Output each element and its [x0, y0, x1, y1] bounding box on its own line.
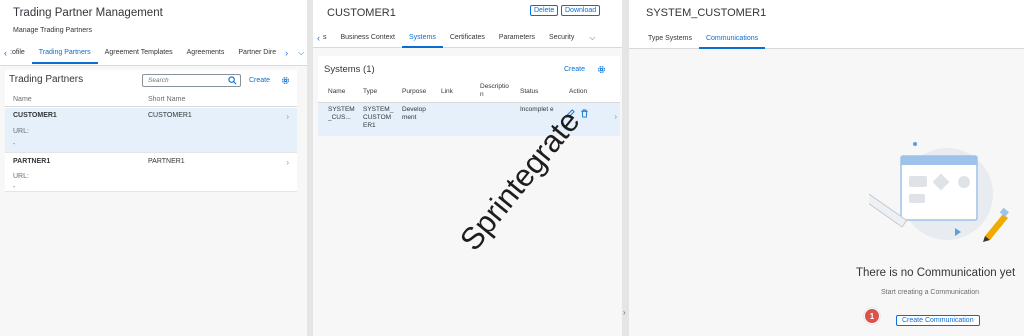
table-header: Name Short Name	[5, 93, 297, 107]
tab-bar: Type Systems Communications	[637, 28, 769, 49]
tab-certificates[interactable]: Certificates	[443, 28, 492, 48]
panel-title: Systems (1)	[324, 64, 375, 75]
tab-communications[interactable]: Communications	[698, 28, 766, 49]
tab-agreements[interactable]: Agreements	[180, 42, 232, 64]
partner-short-name: CUSTOMER1	[148, 112, 192, 119]
object-title: SYSTEM_CUSTOMER1	[646, 7, 767, 19]
page-title: Trading Partner Management	[13, 7, 163, 19]
search-placeholder: Search	[148, 77, 169, 84]
tab-systems[interactable]: Systems	[401, 28, 443, 48]
chevron-right-icon[interactable]: ›	[623, 308, 626, 317]
create-link[interactable]: Create	[249, 77, 270, 84]
system-name: SYSTEM _CUS...	[328, 106, 355, 121]
tab-overflow[interactable]: s	[320, 28, 334, 48]
column-status: Status	[520, 88, 539, 95]
column-short-name: Short Name	[148, 96, 186, 103]
url-label: URL:	[13, 128, 29, 135]
tab-parameters[interactable]: Parameters	[492, 28, 542, 48]
tab-bar: ‹ :ofile Trading Partners Agreement Temp…	[0, 42, 307, 64]
column-purpose: Purpose	[402, 88, 427, 95]
empty-state-illustration	[869, 142, 1009, 242]
column-description: Descriptio n	[480, 83, 509, 98]
chevron-right-icon: ›	[286, 112, 289, 121]
tab-bar: ‹ s Business Context Systems Certificate…	[313, 28, 622, 48]
chevron-right-icon: ›	[614, 112, 617, 121]
system-status: Incomplet e	[520, 106, 554, 113]
partner-name: CUSTOMER1	[13, 112, 57, 119]
table-row[interactable]: PARTNER1 PARTNER1 › URL: -	[5, 154, 297, 192]
settings-icon[interactable]	[281, 76, 290, 85]
column-header: Trading Partner Management Manage Tradin…	[0, 0, 307, 66]
column-action: Action	[569, 88, 588, 95]
create-communication-button[interactable]: Create Communication	[896, 315, 980, 326]
tab-type-systems[interactable]: Type Systems	[641, 28, 699, 49]
settings-icon[interactable]	[597, 65, 606, 74]
tab-trading-partners[interactable]: Trading Partners	[31, 42, 98, 64]
panel-title: Trading Partners	[9, 74, 84, 85]
table-header: Name Type Purpose Link Descriptio n Stat…	[318, 82, 620, 103]
search-icon[interactable]	[228, 76, 237, 85]
partner-name: PARTNER1	[13, 158, 51, 165]
create-link[interactable]: Create	[564, 66, 585, 73]
system-type: SYSTEM_ CUSTOM ER1	[363, 106, 394, 129]
tab-agreement-templates[interactable]: Agreement Templates	[98, 42, 180, 64]
column-divider	[622, 0, 629, 336]
page-subtitle: Manage Trading Partners	[13, 27, 92, 34]
download-button[interactable]: Download	[561, 5, 601, 16]
empty-state-subtitle: Start creating a Communication	[881, 289, 980, 296]
system-column: SYSTEM_CUSTOMER1 Type Systems Communicat…	[629, 0, 1024, 336]
tab-security[interactable]: Security	[542, 28, 581, 48]
system-purpose: Develop ment	[402, 106, 426, 121]
tab-partner-directory[interactable]: Partner Dire	[231, 42, 283, 64]
url-value: -	[13, 184, 16, 191]
column-type: Type	[363, 88, 378, 95]
delete-button[interactable]: Delete	[530, 5, 559, 16]
delete-icon[interactable]	[580, 109, 589, 118]
column-name: Name	[13, 96, 32, 103]
url-label: URL:	[13, 173, 29, 180]
step-badge: 1	[864, 308, 880, 324]
tab-business-context[interactable]: Business Context	[334, 28, 402, 48]
column-link: Link	[441, 88, 453, 95]
tab-profile[interactable]: :ofile	[7, 42, 32, 64]
chevron-down-icon[interactable]: ⌵	[298, 48, 304, 58]
chevron-right-icon: ›	[286, 158, 289, 167]
trading-partner-column: Trading Partner Management Manage Tradin…	[0, 0, 307, 336]
empty-state-title: There is no Communication yet	[856, 267, 1016, 279]
table-row[interactable]: CUSTOMER1 CUSTOMER1 › URL: -	[5, 108, 297, 153]
column-name: Name	[328, 88, 346, 95]
search-input[interactable]: Search	[142, 74, 241, 87]
partner-short-name: PARTNER1	[148, 158, 185, 165]
column-header: SYSTEM_CUSTOMER1 Type Systems Communicat…	[629, 0, 1024, 49]
chevron-down-icon[interactable]: ⌵	[589, 33, 595, 43]
chevron-right-icon[interactable]: ›	[285, 48, 288, 58]
url-value: -	[13, 141, 16, 148]
customer-column: CUSTOMER1 Delete Download ‹ s Business C…	[313, 0, 622, 336]
column-header: CUSTOMER1 Delete Download ‹ s Business C…	[313, 0, 622, 48]
object-title: CUSTOMER1	[327, 7, 396, 19]
